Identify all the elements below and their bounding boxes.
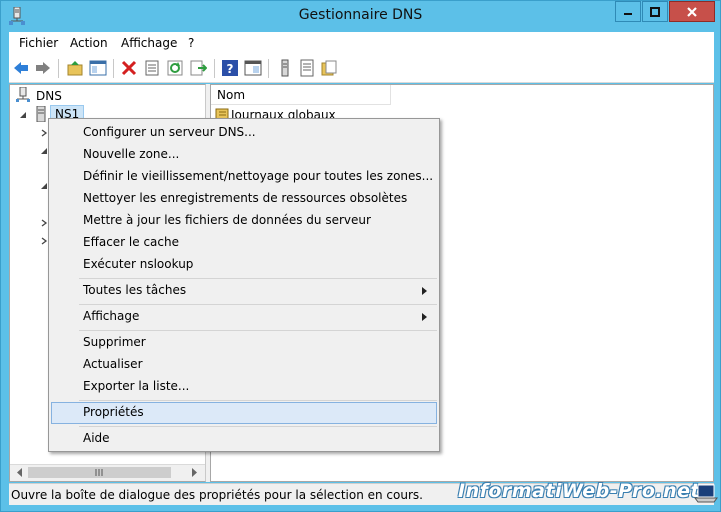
minimize-icon xyxy=(624,12,632,15)
menu-item-configure-server[interactable]: Configurer un serveur DNS... xyxy=(51,122,437,144)
scroll-right-icon[interactable] xyxy=(186,465,202,480)
scroll-left-icon[interactable] xyxy=(12,465,28,480)
menu-item-view[interactable]: Affichage xyxy=(51,306,437,328)
menu-item-label: Toutes les tâches xyxy=(83,283,187,297)
menu-help[interactable]: ? xyxy=(188,36,194,50)
maximize-icon xyxy=(650,6,660,17)
expanded-arrow-icon[interactable] xyxy=(40,182,48,190)
show-hide-tree-icon[interactable] xyxy=(89,59,107,77)
laptop-logo-icon xyxy=(694,484,718,503)
server-icon[interactable] xyxy=(276,59,294,77)
collapsed-arrow-icon[interactable] xyxy=(40,219,48,227)
menu-separator xyxy=(79,400,437,401)
collapsed-arrow-icon[interactable] xyxy=(40,129,48,137)
menu-item-clear-cache[interactable]: Effacer le cache xyxy=(51,232,437,254)
menu-item-set-aging[interactable]: Définir le vieillissement/nettoyage pour… xyxy=(51,166,437,188)
refresh-icon[interactable] xyxy=(166,59,184,77)
toolbar-separator xyxy=(113,59,114,78)
menu-separator xyxy=(79,330,437,331)
expanded-arrow-icon[interactable] xyxy=(40,147,48,155)
forward-arrow-icon[interactable] xyxy=(34,59,52,77)
menu-separator xyxy=(79,426,437,427)
submenu-arrow-icon xyxy=(422,313,427,321)
collapsed-arrow-icon[interactable] xyxy=(40,237,48,245)
expanded-arrow-icon xyxy=(20,112,26,118)
up-folder-icon[interactable] xyxy=(66,59,84,77)
svg-text:?: ? xyxy=(227,62,234,76)
maximize-button[interactable] xyxy=(642,1,668,22)
close-icon xyxy=(687,6,697,17)
console-window-icon[interactable] xyxy=(244,59,262,77)
toolbar: ? xyxy=(9,54,714,83)
export-list-icon[interactable] xyxy=(189,59,207,77)
window-title: Gestionnaire DNS xyxy=(298,7,423,23)
menu-bar: Fichier Action Affichage ? xyxy=(9,32,714,54)
menu-separator xyxy=(79,278,437,279)
menu-item-refresh[interactable]: Actualiser xyxy=(51,354,437,376)
menu-fichier[interactable]: Fichier xyxy=(19,36,58,50)
context-menu: Configurer un serveur DNS... Nouvelle zo… xyxy=(48,118,440,452)
tree-item-label: DNS xyxy=(36,89,62,103)
zone-list-icon[interactable] xyxy=(298,59,316,77)
watermark-logo: InformatiWeb-Pro.net xyxy=(458,480,701,502)
status-text: Ouvre la boîte de dialogue des propriété… xyxy=(11,488,423,502)
menu-item-new-zone[interactable]: Nouvelle zone... xyxy=(51,144,437,166)
menu-action[interactable]: Action xyxy=(70,36,108,50)
menu-item-update-data-files[interactable]: Mettre à jour les fichiers de données du… xyxy=(51,210,437,232)
menu-item-properties[interactable]: Propriétés xyxy=(51,402,437,424)
menu-item-export-list[interactable]: Exporter la liste... xyxy=(51,376,437,398)
column-header-nom[interactable]: Nom xyxy=(211,85,391,105)
menu-affichage[interactable]: Affichage xyxy=(121,36,177,50)
help-icon[interactable]: ? xyxy=(221,59,239,77)
dns-manager-window: Gestionnaire DNS Fichier Action Affichag… xyxy=(0,0,721,512)
menu-item-all-tasks[interactable]: Toutes les tâches xyxy=(51,280,437,302)
server-icon xyxy=(36,106,46,122)
delete-icon[interactable] xyxy=(120,59,138,77)
menu-item-label: Affichage xyxy=(83,309,140,323)
grip-icon xyxy=(95,469,103,476)
tree-horizontal-scrollbar[interactable] xyxy=(10,464,205,481)
toolbar-separator xyxy=(268,59,269,78)
menu-item-help[interactable]: Aide xyxy=(51,428,437,450)
menu-item-scavenge[interactable]: Nettoyer les enregistrements de ressourc… xyxy=(51,188,437,210)
dns-root-icon xyxy=(16,87,30,102)
toolbar-separator xyxy=(214,59,215,78)
menu-separator xyxy=(79,304,437,305)
back-arrow-icon[interactable] xyxy=(12,59,30,77)
folder-records-icon[interactable] xyxy=(320,59,338,77)
submenu-arrow-icon xyxy=(422,287,427,295)
close-button[interactable] xyxy=(669,1,715,22)
properties-sheet-icon[interactable] xyxy=(143,59,161,77)
minimize-button[interactable] xyxy=(615,1,641,22)
title-bar[interactable]: Gestionnaire DNS xyxy=(1,1,720,31)
toolbar-separator xyxy=(58,59,59,78)
menu-item-delete[interactable]: Supprimer xyxy=(51,332,437,354)
scrollbar-thumb[interactable] xyxy=(28,467,171,478)
menu-item-nslookup[interactable]: Exécuter nslookup xyxy=(51,254,437,276)
